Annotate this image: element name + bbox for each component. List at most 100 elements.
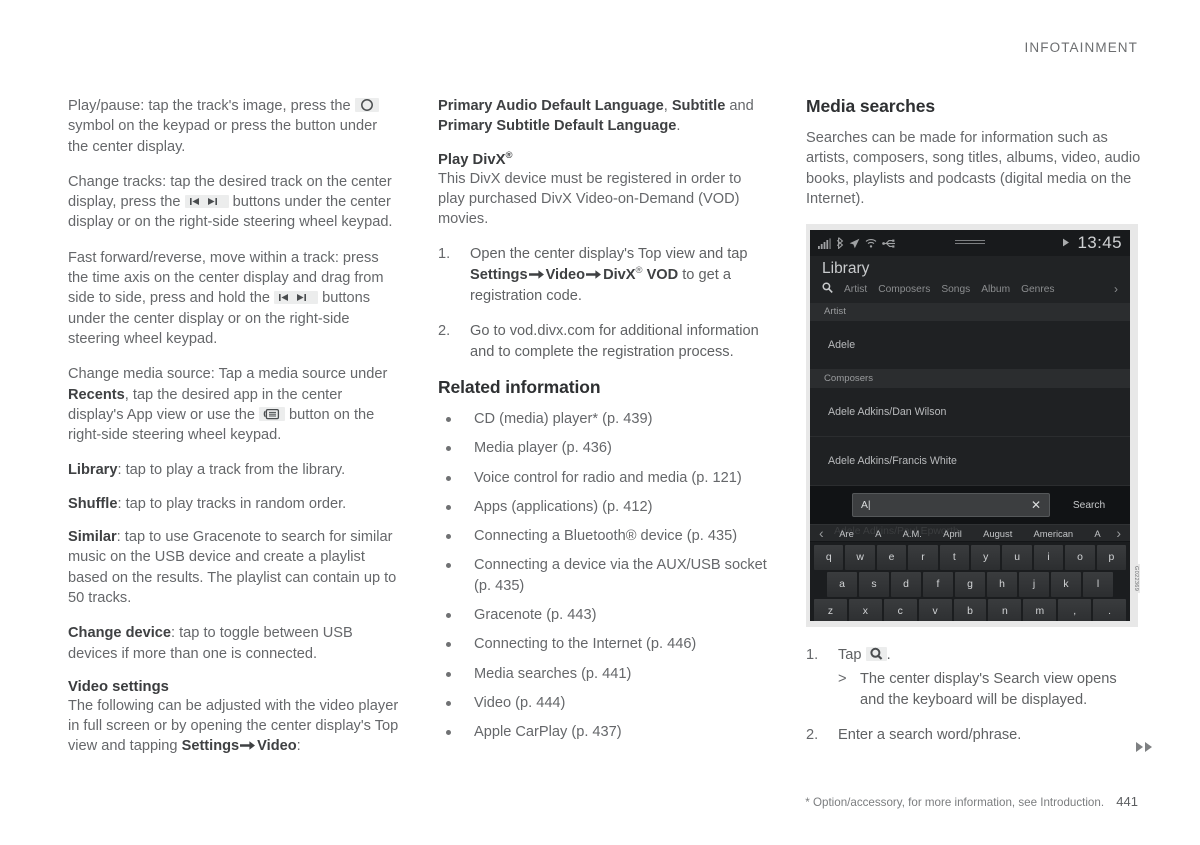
media-search-steps: 1. Tap . > The center display's Search v… xyxy=(806,645,1144,745)
column-2: Primary Audio Default Language, Subtitle… xyxy=(438,96,768,773)
tab-genres[interactable]: Genres xyxy=(1021,284,1054,295)
key-n[interactable]: n xyxy=(988,599,1022,622)
video-settings-heading: Video settings xyxy=(68,678,169,695)
location-arrow-icon xyxy=(849,238,860,249)
page-turn-icon xyxy=(1134,740,1160,757)
search-input[interactable]: A| ✕ xyxy=(852,493,1050,518)
prev-next-track-buttons-icon xyxy=(274,291,319,305)
close-x-icon[interactable]: ✕ xyxy=(1031,499,1041,511)
path-vod: VOD xyxy=(646,266,679,283)
list-item[interactable]: Connecting a device via the AUX/USB sock… xyxy=(438,555,768,596)
list-item[interactable]: Voice control for radio and media (p. 12… xyxy=(438,468,768,488)
key-m[interactable]: m xyxy=(1023,599,1057,622)
key-r[interactable]: r xyxy=(908,545,938,571)
list-item[interactable]: Video (p. 444) xyxy=(438,693,768,713)
paragraph-fast-forward: Fast forward/reverse, move within a trac… xyxy=(68,249,384,347)
key-w[interactable]: w xyxy=(845,545,875,571)
registered-mark: ® xyxy=(635,264,643,276)
key-e[interactable]: e xyxy=(876,545,907,571)
bluetooth-icon xyxy=(836,237,844,250)
play-divx-heading: Play DivX® xyxy=(438,149,513,168)
key-l[interactable]: l xyxy=(1083,572,1113,598)
drag-handle-icon[interactable] xyxy=(955,240,985,245)
library-title: Library xyxy=(822,260,870,278)
suggestion-word[interactable]: April xyxy=(943,528,962,539)
tab-songs[interactable]: Songs xyxy=(941,284,970,295)
suggestion-word[interactable]: Are xyxy=(839,528,854,539)
paragraph-divx-intro: This DivX device must be registered in o… xyxy=(438,170,742,228)
list-item[interactable]: CD (media) player* (p. 439) xyxy=(438,409,768,429)
list-item[interactable]: Media searches (p. 441) xyxy=(438,664,768,684)
definition-library: Library: tap to play a track from the li… xyxy=(68,462,346,479)
key-i[interactable]: i xyxy=(1033,545,1064,571)
tab-album[interactable]: Album xyxy=(981,284,1010,295)
list-item[interactable]: Adele xyxy=(810,321,1130,371)
signal-bars-icon xyxy=(818,238,831,249)
list-item[interactable]: Media player (p. 436) xyxy=(438,438,768,458)
list-item[interactable]: Connecting to the Internet (p. 446) xyxy=(438,634,768,654)
center-display: 13:45 Library Artist Composers Songs Alb… xyxy=(810,230,1130,622)
key-b[interactable]: b xyxy=(953,599,987,622)
list-item[interactable]: Adele Adkins/Francis White xyxy=(810,437,1130,487)
key-a[interactable]: a xyxy=(827,572,857,598)
library-list[interactable]: Artist Adele Composers Adele Adkins/Dan … xyxy=(810,303,1130,487)
library-header: Library Artist Composers Songs Album Gen… xyxy=(810,256,1130,304)
key-j[interactable]: j xyxy=(1019,572,1049,598)
bold-subtitle: Subtitle xyxy=(671,98,726,114)
tab-composers[interactable]: Composers xyxy=(878,284,930,295)
suggestion-word[interactable]: A xyxy=(1094,528,1100,539)
search-button[interactable]: Search xyxy=(1056,500,1122,511)
key-z[interactable]: z xyxy=(814,599,847,622)
chevron-right-icon[interactable]: › xyxy=(1111,525,1126,541)
key-h[interactable]: h xyxy=(987,572,1017,598)
registered-mark: ® xyxy=(505,149,513,161)
key-y[interactable]: y xyxy=(971,545,1001,571)
key-u[interactable]: u xyxy=(1002,545,1032,571)
list-group-header: Artist xyxy=(810,303,1130,322)
key-period[interactable]: . xyxy=(1093,599,1127,622)
suggestion-word[interactable]: August xyxy=(983,528,1012,539)
term-shuffle: Shuffle xyxy=(68,495,118,512)
search-step-2: 2. Enter a search word/phrase. xyxy=(806,727,1022,744)
list-item[interactable]: Apple CarPlay (p. 437) xyxy=(438,722,768,742)
chevron-right-icon[interactable]: › xyxy=(1114,282,1118,296)
list-item[interactable]: Apps (applications) (p. 412) xyxy=(438,497,768,517)
key-k[interactable]: k xyxy=(1051,572,1081,598)
key-t[interactable]: t xyxy=(939,545,970,571)
prev-next-track-buttons-icon xyxy=(184,195,229,209)
chevron-left-icon[interactable]: ‹ xyxy=(814,525,829,541)
key-o[interactable]: o xyxy=(1065,545,1095,571)
key-p[interactable]: p xyxy=(1096,545,1127,571)
term-library: Library xyxy=(68,462,118,479)
suggestion-word[interactable]: American xyxy=(1034,528,1074,539)
search-bar: A| ✕ Search xyxy=(810,486,1130,525)
search-icon[interactable] xyxy=(822,280,833,298)
paragraph-language-continued: Primary Audio Default Language, Subtitle… xyxy=(438,98,754,135)
key-q[interactable]: q xyxy=(814,545,844,571)
search-step-1: 1. Tap . > The center display's Search v… xyxy=(806,645,1144,710)
path-video: Video xyxy=(545,266,586,283)
key-x[interactable]: x xyxy=(848,599,882,622)
suggestion-word[interactable]: A.M. xyxy=(903,528,922,539)
definition-similar: Similar: tap to use Gracenote to search … xyxy=(68,529,397,606)
divx-step-2: 2. Go to vod.divx.com for additional inf… xyxy=(438,323,759,360)
lead-play-pause: Play/pause xyxy=(68,98,141,114)
key-f[interactable]: f xyxy=(923,572,953,598)
running-header: INFOTAINMENT xyxy=(1024,40,1138,55)
key-g[interactable]: g xyxy=(955,572,985,598)
key-comma[interactable]: , xyxy=(1058,599,1092,622)
term-similar: Similar xyxy=(68,529,117,546)
paragraph-play-pause: Play/pause: tap the track's image, press… xyxy=(68,98,379,155)
library-tabs: Artist Composers Songs Album Genres › xyxy=(822,280,1118,303)
tab-artist[interactable]: Artist xyxy=(844,284,867,295)
key-s[interactable]: s xyxy=(859,572,889,598)
key-d[interactable]: d xyxy=(891,572,921,598)
arrow-right-icon xyxy=(528,266,546,286)
suggestion-word[interactable]: A xyxy=(875,528,881,539)
key-v[interactable]: v xyxy=(918,599,952,622)
column-1: Play/pause: tap the track's image, press… xyxy=(68,96,400,773)
key-c[interactable]: c xyxy=(883,599,917,622)
list-item[interactable]: Adele Adkins/Dan Wilson xyxy=(810,388,1130,438)
list-item[interactable]: Gracenote (p. 443) xyxy=(438,605,768,625)
list-item[interactable]: Connecting a Bluetooth® device (p. 435) xyxy=(438,526,768,546)
